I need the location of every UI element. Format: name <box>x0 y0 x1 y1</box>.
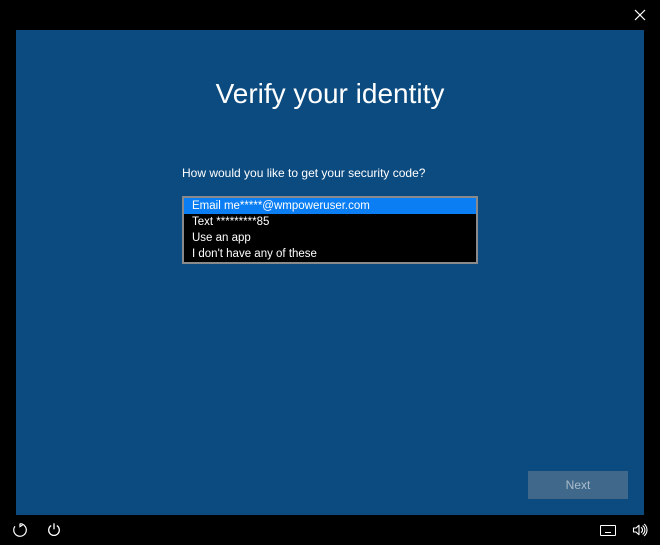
volume-button[interactable] <box>632 522 648 538</box>
input-indicator-button[interactable] <box>600 522 616 538</box>
bottombar-left <box>12 522 62 538</box>
option-none[interactable]: I don't have any of these <box>184 246 476 262</box>
ease-of-access-icon <box>12 522 28 538</box>
bottombar-right <box>600 522 648 538</box>
ease-of-access-button[interactable] <box>12 522 28 538</box>
option-email[interactable]: Email me*****@wmpoweruser.com <box>184 198 476 214</box>
keyboard-icon <box>600 525 616 536</box>
close-button[interactable] <box>632 7 648 23</box>
verification-method-dropdown[interactable]: Email me*****@wmpoweruser.com Text *****… <box>182 196 478 264</box>
option-app[interactable]: Use an app <box>184 230 476 246</box>
content-area: How would you like to get your security … <box>182 166 478 264</box>
main-panel: Verify your identity How would you like … <box>16 30 644 515</box>
close-icon <box>634 9 646 21</box>
bottombar <box>0 515 660 545</box>
titlebar <box>0 0 660 30</box>
prompt-text: How would you like to get your security … <box>182 166 478 180</box>
power-icon <box>46 522 62 538</box>
page-title: Verify your identity <box>16 78 644 110</box>
volume-icon <box>632 522 648 538</box>
option-text[interactable]: Text *********85 <box>184 214 476 230</box>
power-button[interactable] <box>46 522 62 538</box>
next-button[interactable]: Next <box>528 471 628 499</box>
